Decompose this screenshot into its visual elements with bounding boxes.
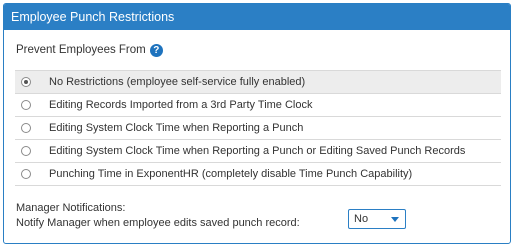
option-label: Editing Records Imported from a 3rd Part… (49, 99, 313, 111)
option-editing-system-clock-time[interactable]: Editing System Clock Time when Reporting… (15, 117, 501, 140)
notify-manager-value: No (354, 213, 369, 225)
help-icon[interactable]: ? (149, 43, 163, 57)
option-punching-time-disabled[interactable]: Punching Time in ExponentHR (completely … (15, 163, 501, 186)
option-editing-clock-or-saved-records[interactable]: Editing System Clock Time when Reporting… (15, 140, 501, 163)
prevent-employees-label: Prevent Employees From (16, 44, 146, 56)
radio-button[interactable] (21, 123, 31, 133)
radio-button[interactable] (21, 100, 31, 110)
option-label: Editing System Clock Time when Reporting… (49, 145, 466, 157)
chevron-down-icon (391, 216, 399, 222)
radio-button[interactable] (21, 169, 31, 179)
radio-selected-dot (24, 80, 28, 84)
option-label: Editing System Clock Time when Reporting… (49, 122, 304, 134)
option-editing-imported-records[interactable]: Editing Records Imported from a 3rd Part… (15, 94, 501, 117)
panel-title: Employee Punch Restrictions (4, 4, 510, 30)
notify-manager-select[interactable]: No (348, 209, 406, 229)
option-no-restrictions[interactable]: No Restrictions (employee self-service f… (15, 71, 501, 94)
notify-manager-label: Notify Manager when employee edits saved… (16, 217, 300, 229)
option-label: Punching Time in ExponentHR (completely … (49, 168, 413, 180)
option-label: No Restrictions (employee self-service f… (49, 76, 306, 88)
punch-restrictions-panel: Employee Punch Restrictions Prevent Empl… (3, 3, 511, 244)
radio-button[interactable] (21, 77, 31, 87)
prevent-employees-heading: Prevent Employees From ? (16, 43, 163, 57)
manager-notifications-heading: Manager Notifications: (16, 202, 126, 214)
radio-button[interactable] (21, 146, 31, 156)
restriction-options: No Restrictions (employee self-service f… (15, 70, 501, 186)
